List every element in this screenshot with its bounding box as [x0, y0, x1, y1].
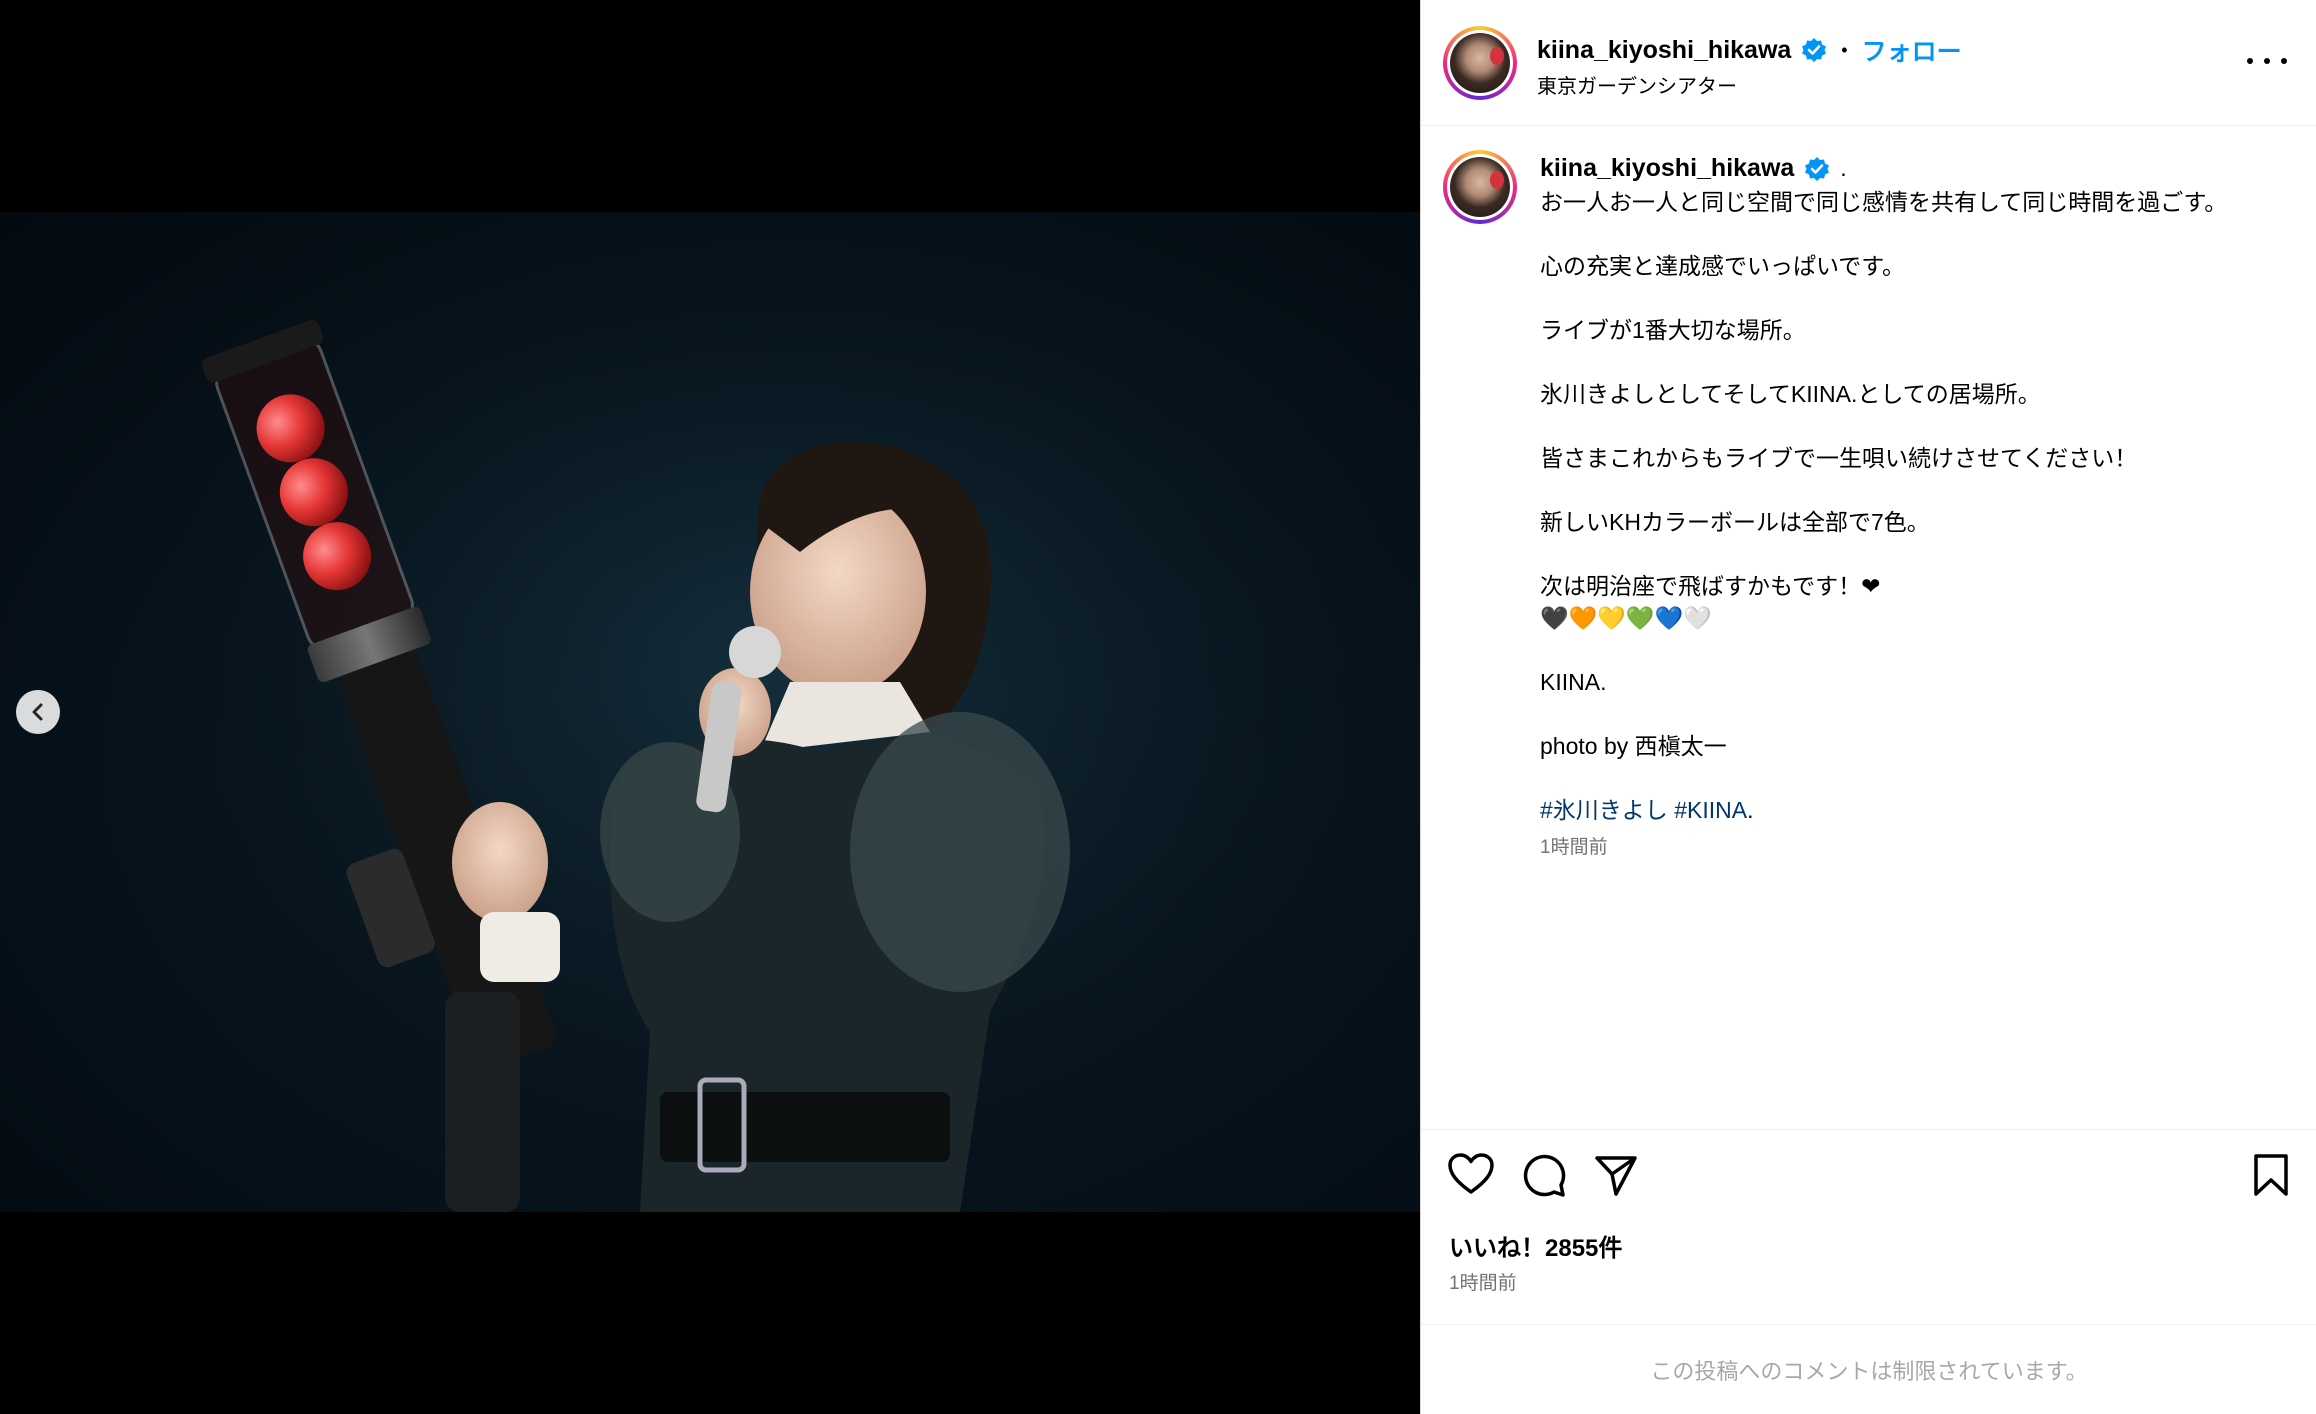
verified-badge-icon: [1805, 156, 1830, 181]
caption-text: お一人お一人と同じ空間で同じ感情を共有して同じ時間を過ごす。 心の充実と達成感で…: [1540, 186, 2280, 864]
avatar[interactable]: [1443, 26, 1517, 100]
post-header: kiina_kiyoshi_hikawa • フォロー 東京ガーデンシアター: [1421, 0, 2316, 126]
caption-user-row: kiina_kiyoshi_hikawa .: [1540, 154, 1847, 183]
caption-line: 氷川きよしとしてそしてKIINA.としての居場所。: [1540, 381, 2041, 407]
hashtag-link[interactable]: #KIINA: [1674, 797, 1747, 823]
caption-first-suffix: .: [1840, 155, 1847, 181]
more-options-button[interactable]: [2247, 46, 2287, 76]
more-dot: [2247, 58, 2253, 64]
caption-time: 1時間前: [1540, 837, 1608, 858]
like-count[interactable]: いいね！2855件: [1449, 1228, 1622, 1263]
caption-emoji-line: 🖤🧡💛💚💙🤍: [1540, 605, 1712, 631]
action-bar: [1421, 1130, 2316, 1197]
caption-line: photo by 西槇太一: [1540, 733, 1727, 759]
caption-line: 新しいKHカラーボールは全部で7色。: [1540, 509, 1930, 535]
caption-area: kiina_kiyoshi_hikawa . お一人お一人と同じ空間で同じ感情を…: [1421, 126, 2316, 1130]
caption-line: 皆さまこれからもライブで一生唄い続けさせてください！: [1540, 445, 2138, 471]
previous-image-button[interactable]: [16, 690, 60, 734]
header-separator: •: [1841, 39, 1848, 60]
comment-icon[interactable]: [1521, 1152, 1567, 1198]
caption-avatar[interactable]: [1443, 150, 1517, 224]
performer-illustration: [0, 212, 1420, 1212]
caption-line: 次は明治座で飛ばすかもです！❤: [1540, 573, 1881, 599]
comments-disabled-notice: この投稿へのコメントは制限されています。: [1421, 1324, 2316, 1414]
chevron-left-icon: [32, 703, 43, 721]
caption-username[interactable]: kiina_kiyoshi_hikawa: [1540, 154, 1794, 183]
caption-line: 心の充実と達成感でいっぱいです。: [1540, 253, 1906, 279]
verified-badge-icon: [1802, 38, 1827, 62]
header-user-row: kiina_kiyoshi_hikawa • フォロー: [1537, 32, 1962, 68]
caption-hashtags: #氷川きよし #KIINA.: [1540, 794, 2280, 826]
more-dot: [2264, 58, 2270, 64]
caption-line: ライブが1番大切な場所。: [1540, 317, 1806, 343]
more-dot: [2281, 58, 2287, 64]
header-username[interactable]: kiina_kiyoshi_hikawa: [1537, 36, 1791, 65]
bookmark-icon[interactable]: [2251, 1152, 2291, 1198]
send-icon[interactable]: [1593, 1152, 1639, 1198]
caption-line: お一人お一人と同じ空間で同じ感情を共有して同じ時間を過ごす。: [1540, 189, 2228, 215]
hashtag-suffix: .: [1747, 797, 1754, 823]
post-photo: [0, 212, 1420, 1212]
post-time: 1時間前: [1449, 1273, 1517, 1294]
caption-line: KIINA.: [1540, 669, 1607, 695]
location-link[interactable]: 東京ガーデンシアター: [1537, 70, 1737, 99]
heart-icon[interactable]: [1447, 1152, 1495, 1196]
follow-button[interactable]: フォロー: [1862, 32, 1962, 68]
media-panel: [0, 0, 1420, 1414]
post-detail-panel: kiina_kiyoshi_hikawa • フォロー 東京ガーデンシアター k…: [1420, 0, 2316, 1414]
hashtag-link[interactable]: #氷川きよし: [1540, 797, 1668, 823]
instagram-post-viewer: kiina_kiyoshi_hikawa • フォロー 東京ガーデンシアター k…: [0, 0, 2316, 1414]
